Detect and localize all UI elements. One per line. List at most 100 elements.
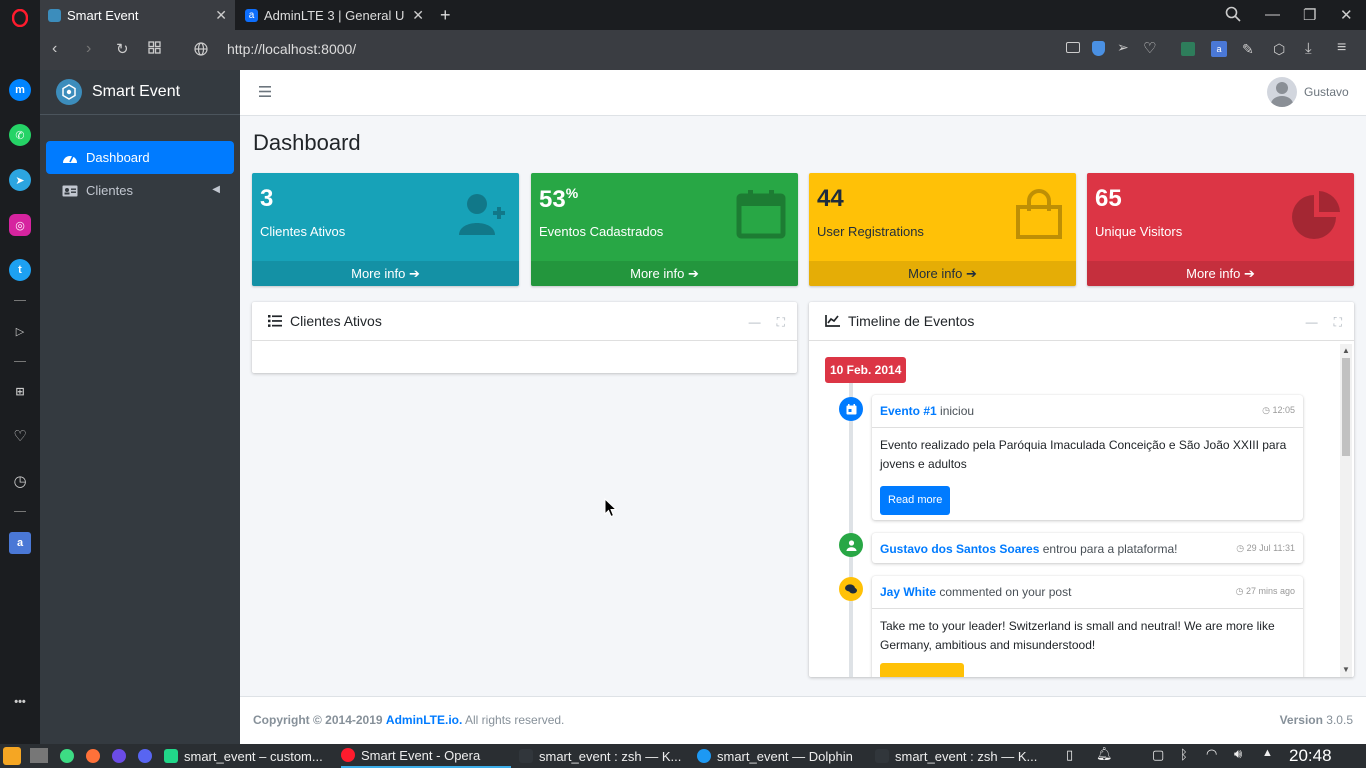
clipboard-icon[interactable]: ▯ xyxy=(1066,747,1073,763)
bookmarks-heart-icon[interactable]: ♡ xyxy=(9,425,31,447)
twitter-icon[interactable]: t xyxy=(9,259,31,281)
sidebar-divider xyxy=(14,511,26,512)
timeline-time: ◷ 12:05 xyxy=(1262,405,1295,415)
snapshot-icon[interactable] xyxy=(1066,42,1080,53)
opera-sidebar: m ✆ ➤ ◎ t ▷ ⊞ ♡ ◷ a ••• xyxy=(0,30,40,744)
arrow-circle-right-icon: ➔ xyxy=(1243,265,1255,281)
card-tools: — ⛶ xyxy=(749,315,785,330)
forward-icon[interactable]: › xyxy=(86,40,91,58)
small-box-unique-visitors: 65 Unique Visitors More info ➔ xyxy=(1087,173,1354,286)
sidebar-item-clientes[interactable]: Clientes ◀ xyxy=(46,174,234,207)
translate-sidebar-icon[interactable]: a xyxy=(9,532,31,554)
task-opera[interactable]: Smart Event - Opera xyxy=(341,744,511,768)
view-comment-button[interactable] xyxy=(880,663,964,677)
clock[interactable]: 20:48 xyxy=(1289,746,1332,766)
send-icon[interactable]: ➢ xyxy=(1117,39,1129,56)
brand-text: Smart Event xyxy=(92,83,181,100)
search-tabs-icon[interactable] xyxy=(1225,6,1241,22)
more-info-link[interactable]: More info ➔ xyxy=(809,261,1076,286)
task-pycharm[interactable]: smart_event – custom... xyxy=(164,744,334,768)
sidebar-divider xyxy=(14,300,26,301)
timeline-item: Gustavo dos Santos Soares entrou para a … xyxy=(872,533,1303,563)
timeline-actor-link[interactable]: Gustavo dos Santos Soares xyxy=(880,542,1039,556)
minimize-window-icon[interactable]: — xyxy=(1265,6,1280,23)
task-konsole-1[interactable]: smart_event : zsh — K... xyxy=(519,744,689,768)
app-launcher-icon[interactable] xyxy=(3,747,21,765)
more-info-link[interactable]: More info ➔ xyxy=(1087,261,1354,286)
small-box-clientes-ativos: 3 Clientes Ativos More info ➔ xyxy=(252,173,519,286)
tray-expand-icon[interactable]: ▲ xyxy=(1262,747,1273,759)
more-info-link[interactable]: More info ➔ xyxy=(531,261,798,286)
desktop-pager-icon[interactable] xyxy=(30,748,48,763)
tab-smart-event[interactable]: Smart Event ✕ xyxy=(40,0,235,30)
task-dolphin[interactable]: smart_event — Dolphin xyxy=(697,744,867,768)
speed-dial-sidebar-icon[interactable]: ⊞ xyxy=(9,380,31,402)
heart-icon[interactable]: ♡ xyxy=(1143,39,1156,57)
close-window-icon[interactable]: ✕ xyxy=(1340,6,1353,24)
scroll-up-icon[interactable]: ▲ xyxy=(1342,346,1350,355)
history-clock-icon[interactable]: ◷ xyxy=(9,470,31,492)
expand-icon[interactable]: ⛶ xyxy=(777,315,785,330)
user-name[interactable]: Gustavo xyxy=(1304,85,1349,99)
tab-title: AdminLTE 3 | General U xyxy=(264,7,405,23)
close-tab-icon[interactable]: ✕ xyxy=(412,7,424,24)
arrow-circle-right-icon: ➔ xyxy=(408,265,420,281)
adblock-shield-icon[interactable] xyxy=(1092,41,1105,56)
telegram-icon[interactable]: ➤ xyxy=(9,169,31,191)
whatsapp-icon[interactable]: ✆ xyxy=(9,124,31,146)
quicklaunch-icon[interactable] xyxy=(112,749,126,763)
quicklaunch-icon[interactable] xyxy=(60,749,74,763)
instagram-icon[interactable]: ◎ xyxy=(9,214,31,236)
hamburger-menu-icon[interactable] xyxy=(259,86,271,97)
timeline-actor-link[interactable]: Evento #1 xyxy=(880,404,937,418)
avatar[interactable] xyxy=(1267,77,1297,107)
address-bar: ‹ › ↻ http://localhost:8000/ ➢ ♡ a ✎ ⬡ ⤓… xyxy=(40,30,1366,70)
pen-extension-icon[interactable]: ✎ xyxy=(1242,41,1254,58)
read-more-button[interactable]: Read more xyxy=(880,486,951,515)
timeline-actor-link[interactable]: Jay White xyxy=(880,585,936,599)
box-value: 65 xyxy=(1095,185,1122,212)
extension-cube-icon[interactable] xyxy=(1181,42,1195,56)
more-info-link[interactable]: More info ➔ xyxy=(252,261,519,286)
download-icon[interactable]: ⤓ xyxy=(1305,40,1312,57)
brand-link[interactable]: Smart Event xyxy=(40,70,240,115)
reload-icon[interactable]: ↻ xyxy=(116,40,129,58)
main-header: Gustavo xyxy=(240,70,1366,116)
minus-icon[interactable]: — xyxy=(1306,315,1318,330)
clipboard-tray-icon[interactable]: ▢ xyxy=(1152,747,1164,763)
messenger-icon[interactable]: m xyxy=(9,79,31,101)
scrollbar[interactable]: ▲ ▼ xyxy=(1340,344,1352,677)
send-flow-icon[interactable]: ▷ xyxy=(9,320,31,342)
speed-dial-icon[interactable] xyxy=(148,41,161,54)
notifications-bell-icon[interactable]: 🔔︎ xyxy=(1096,746,1113,762)
calendar-icon xyxy=(736,189,786,239)
url-field[interactable]: http://localhost:8000/ xyxy=(227,41,356,57)
timeline-body-text: Evento realizado pela Paróquia Imaculada… xyxy=(880,438,1287,471)
sidebar-item-dashboard[interactable]: Dashboard xyxy=(46,141,234,174)
close-tab-icon[interactable]: ✕ xyxy=(215,7,227,24)
wifi-icon[interactable]: ◠ xyxy=(1206,746,1217,762)
new-tab-button[interactable]: + xyxy=(440,5,451,26)
adminlte-link[interactable]: AdminLTE.io. xyxy=(386,713,462,727)
back-icon[interactable]: ‹ xyxy=(52,40,57,58)
minus-icon[interactable]: — xyxy=(749,315,761,330)
timeline-body: Take me to your leader! Switzerland is s… xyxy=(872,609,1303,677)
scrollbar-thumb[interactable] xyxy=(1342,358,1350,456)
pie-chart-icon xyxy=(1292,189,1342,239)
task-konsole-2[interactable]: smart_event : zsh — K... xyxy=(875,744,1045,768)
quicklaunch-icon[interactable] xyxy=(86,749,100,763)
translate-extension-icon[interactable]: a xyxy=(1211,41,1227,57)
scroll-down-icon[interactable]: ▼ xyxy=(1342,665,1350,674)
box-extension-icon[interactable]: ⬡ xyxy=(1273,41,1285,58)
volume-icon[interactable]: 🔊︎ xyxy=(1234,746,1242,762)
discord-icon[interactable] xyxy=(138,749,152,763)
more-options-icon[interactable]: ••• xyxy=(9,691,31,713)
sidebar-item-label: Clientes xyxy=(86,183,133,198)
restore-window-icon[interactable]: ❐ xyxy=(1303,6,1316,24)
bluetooth-icon[interactable]: ᛒ xyxy=(1180,747,1188,762)
expand-icon[interactable]: ⛶ xyxy=(1334,315,1342,330)
easy-setup-icon[interactable]: ≡ xyxy=(1337,39,1346,57)
globe-icon xyxy=(194,42,208,56)
tab-adminlte[interactable]: a AdminLTE 3 | General U ✕ xyxy=(237,0,432,30)
list-icon xyxy=(268,315,282,327)
